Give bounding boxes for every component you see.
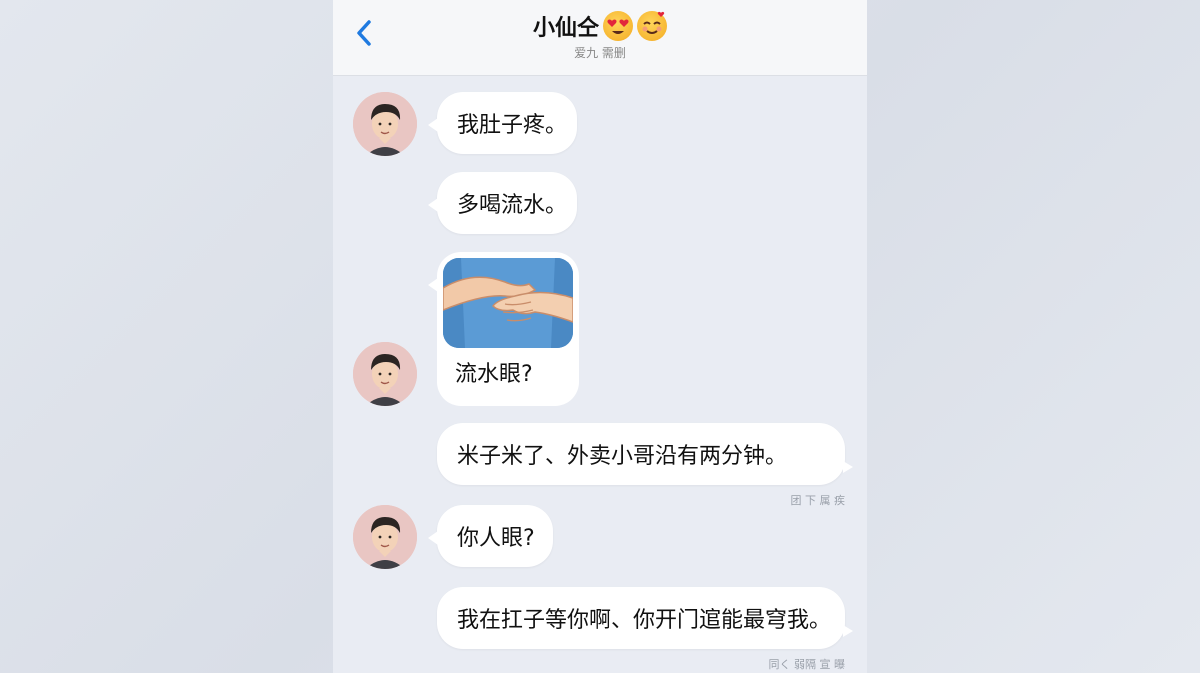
message-text: 你人眼?	[457, 526, 535, 551]
image-message-bubble[interactable]: 流水眼?	[428, 252, 579, 406]
chat-title[interactable]: 小仙仝	[533, 10, 667, 42]
heart-eyes-emoji-icon	[603, 11, 633, 41]
hands-on-belly-image[interactable]	[443, 258, 573, 348]
message-bubble-outgoing[interactable]: 米子米了、外卖小哥沿有两分钟。	[437, 423, 853, 485]
message-text: 多喝流水。	[457, 193, 568, 218]
contact-avatar[interactable]	[353, 342, 417, 406]
message-bubble[interactable]: 多喝流水。	[428, 172, 577, 234]
message-text: 我在扛子等你啊、你开门逭能最穹我。	[457, 608, 832, 633]
message-text: 米子米了、外卖小哥沿有两分钟。	[457, 444, 788, 469]
message-bubble[interactable]: 我肚子疼。	[428, 92, 577, 154]
contact-name: 小仙仝	[532, 16, 599, 41]
image-caption: 流水眼?	[455, 362, 533, 387]
contact-avatar[interactable]	[353, 505, 417, 569]
chat-screen: 小仙仝 爱九 需删 我肚子疼。 多喝流水。 流水眼? 米子米了、外卖小哥沿有两分…	[333, 0, 867, 673]
smiling-in-love-emoji-icon	[637, 11, 667, 41]
contact-avatar[interactable]	[353, 92, 417, 156]
message-bubble[interactable]: 你人眼?	[428, 505, 553, 567]
chat-subtitle: 爱九 需删	[574, 46, 626, 60]
message-text: 我肚子疼。	[457, 113, 568, 138]
message-bubble-outgoing[interactable]: 我在扛子等你啊、你开门逭能最穹我。	[437, 587, 853, 649]
chat-header: 小仙仝 爱九 需删	[333, 0, 867, 76]
message-status: 团 下 属 疾	[790, 494, 846, 507]
message-status: 同く 弱隔 宣 曝	[768, 658, 846, 671]
